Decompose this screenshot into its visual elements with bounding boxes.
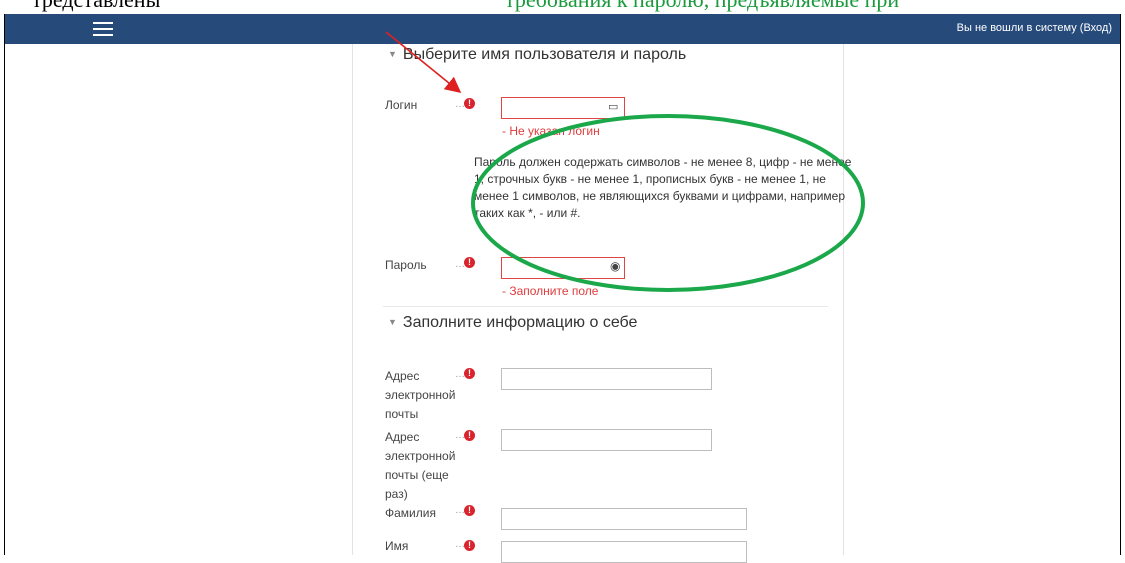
top-navbar: Вы не вошли в систему (Вход) [5,14,1120,44]
hamburger-icon[interactable] [93,22,113,36]
eye-icon[interactable]: ◉ [610,259,620,273]
lastname-input[interactable] [501,508,747,530]
collapse-chevron-icon: ▼ [388,49,397,59]
required-exclamation-icon: ! [464,430,475,441]
email-confirm-input[interactable] [501,429,712,451]
password-error: - Заполните поле [502,284,599,298]
login-input[interactable] [501,97,625,119]
document-caption: тредставлены требования к паролю, предъя… [0,0,1125,14]
password-policy-text: Пароль должен содержать символов - не ме… [474,155,852,220]
login-label: Логин [385,98,418,112]
required-exclamation-icon: ! [464,98,475,109]
caption-middle-fragment: требования к паролю, предъявляемые при [505,0,899,11]
section-profile-title: Заполните информацию о себе [402,314,638,331]
required-exclamation-icon: ! [464,257,475,268]
login-status-link[interactable]: Вы не вошли в систему (Вход) [957,22,1112,34]
email-input[interactable] [501,368,712,390]
lastname-label: Фамилия [385,506,436,520]
required-exclamation-icon: ! [464,505,475,516]
collapse-chevron-icon: ▼ [388,317,397,327]
id-card-icon: ▭ [608,101,619,113]
required-exclamation-icon: ! [464,368,475,379]
section-credentials-title: Выберите имя пользователя и пароль [402,46,687,63]
section-profile-header[interactable]: ▼ Заполните информацию о себе [388,314,637,332]
login-error: - Не указан логин [502,124,600,138]
section-credentials-header[interactable]: ▼ Выберите имя пользователя и пароль [388,46,686,64]
password-label: Пароль [385,258,427,272]
email-label: Адрес электронной почты [385,369,456,421]
required-exclamation-icon: ! [464,540,475,551]
firstname-label: Имя [385,539,409,553]
password-input[interactable] [501,257,625,279]
caption-left-fragment: тредставлены [32,0,160,11]
section-divider [383,306,828,307]
email-confirm-label: Адрес электронной почты (еще раз) [385,430,456,501]
firstname-input[interactable] [501,541,747,563]
